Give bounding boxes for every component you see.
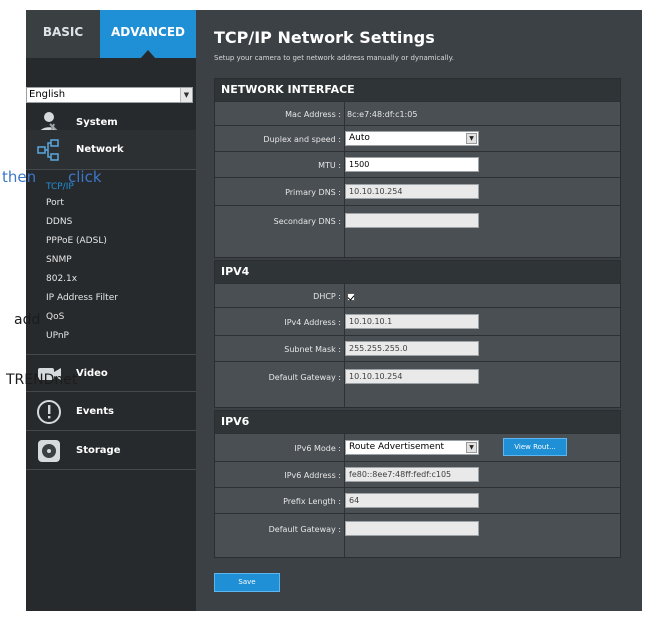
row-default-gateway-v4: Default Gateway : 10.10.10.254 — [215, 361, 620, 407]
menu-video-label: Video — [76, 368, 108, 379]
menu-events-label: Events — [76, 406, 114, 417]
annotation-click: click — [68, 168, 102, 186]
secondary-dns-input[interactable] — [345, 213, 479, 228]
duplex-speed-label: Duplex and speed : — [263, 135, 341, 144]
ipv6-address-input[interactable]: fe80::8ee7:48ff:fedf:c105 — [345, 467, 479, 482]
section-ipv4: IPV4 DHCP : IPv4 Address : 10.10.10.1 Su… — [214, 260, 621, 408]
row-subnet-mask: Subnet Mask : 255.255.255.0 — [215, 335, 620, 361]
secondary-dns-label: Secondary DNS : — [273, 217, 341, 226]
ipv6-address-label: IPv6 Address : — [284, 471, 341, 480]
submenu-ddns[interactable]: DDNS — [46, 217, 72, 227]
dhcp-checkbox[interactable] — [347, 293, 355, 301]
menu-events[interactable]: Events — [26, 393, 196, 431]
prefix-length-label: Prefix Length : — [283, 497, 341, 506]
submenu-pppoe[interactable]: PPPoE (ADSL) — [46, 236, 107, 246]
row-ipv6-address: IPv6 Address : fe80::8ee7:48ff:fedf:c105 — [215, 461, 620, 487]
row-primary-dns: Primary DNS : 10.10.10.254 — [215, 177, 620, 205]
language-select[interactable]: English ▼ — [26, 87, 193, 103]
subnet-mask-input[interactable]: 255.255.255.0 — [345, 341, 479, 356]
ipv6-mode-select[interactable]: Route Advertisement ▼ — [345, 440, 479, 455]
chevron-down-icon[interactable]: ▼ — [466, 442, 477, 453]
menu-system-label: System — [76, 117, 118, 128]
section-heading: NETWORK INTERFACE — [215, 79, 620, 101]
tab-advanced[interactable]: ADVANCED — [100, 10, 196, 59]
duplex-speed-value: Auto — [349, 133, 370, 143]
submenu-port[interactable]: Port — [46, 198, 64, 208]
row-dhcp: DHCP : — [215, 283, 620, 307]
mode-tabs: BASIC ADVANCED — [26, 10, 196, 59]
mtu-label: MTU : — [318, 161, 341, 170]
sidebar: BASIC ADVANCED English ▼ System Network … — [26, 10, 196, 611]
submenu-8021x[interactable]: 802.1x — [46, 274, 77, 284]
row-mtu: MTU : 1500 — [215, 151, 620, 177]
alert-icon — [37, 400, 61, 424]
primary-dns-input[interactable]: 10.10.10.254 — [345, 184, 479, 199]
row-prefix-length: Prefix Length : 64 — [215, 487, 620, 513]
row-mac-address: Mac Address : 8c:e7:48:df:c1:05 — [215, 101, 620, 125]
save-button[interactable]: Save — [214, 573, 280, 592]
tab-basic[interactable]: BASIC — [26, 10, 100, 58]
annotation-trendnet: TRENDnet — [6, 372, 78, 388]
prefix-length-input[interactable]: 64 — [345, 493, 479, 508]
subnet-mask-label: Subnet Mask : — [284, 345, 341, 354]
submenu-qos[interactable]: QoS — [46, 312, 64, 322]
row-duplex-speed: Duplex and speed : Auto ▼ — [215, 125, 620, 151]
default-gateway-input[interactable]: 10.10.10.254 — [345, 369, 479, 384]
chevron-down-icon[interactable]: ▼ — [180, 88, 192, 102]
page-subtitle: Setup your camera to get network address… — [214, 54, 454, 62]
row-secondary-dns: Secondary DNS : — [215, 205, 620, 257]
main-panel: TCP/IP Network Settings Setup your camer… — [196, 10, 642, 611]
ipv6-mode-label: IPv6 Mode : — [294, 444, 341, 453]
section-heading: IPV6 — [215, 411, 620, 433]
section-network-interface: NETWORK INTERFACE Mac Address : 8c:e7:48… — [214, 78, 621, 258]
annotation-then: then — [2, 168, 37, 186]
default-gateway-input[interactable] — [345, 521, 479, 536]
submenu-ip-address-filter[interactable]: IP Address Filter — [46, 293, 118, 303]
menu-network-label: Network — [76, 144, 124, 155]
duplex-speed-select[interactable]: Auto ▼ — [345, 131, 479, 146]
row-default-gateway-v6: Default Gateway : — [215, 513, 620, 557]
submenu-snmp[interactable]: SNMP — [46, 255, 72, 265]
dhcp-label: DHCP : — [313, 292, 341, 301]
chevron-down-icon[interactable]: ▼ — [466, 133, 477, 144]
mac-address-label: Mac Address : — [285, 110, 341, 119]
ipv4-address-input[interactable]: 10.10.10.1 — [345, 314, 479, 329]
submenu-upnp[interactable]: UPnP — [46, 331, 69, 341]
network-icon — [37, 139, 59, 161]
menu-storage[interactable]: Storage — [26, 432, 196, 470]
mtu-input[interactable]: 1500 — [345, 157, 479, 172]
ipv4-address-label: IPv4 Address : — [284, 318, 341, 327]
default-gateway-label: Default Gateway : — [268, 373, 341, 382]
page-title: TCP/IP Network Settings — [214, 28, 435, 47]
menu-network[interactable]: Network — [26, 130, 196, 170]
section-heading: IPV4 — [215, 261, 620, 283]
camera-web-ui: BASIC ADVANCED English ▼ System Network … — [0, 0, 659, 618]
menu-storage-label: Storage — [76, 445, 121, 456]
storage-disk-icon — [38, 440, 60, 462]
section-ipv6: IPV6 IPv6 Mode : Route Advertisement ▼ V… — [214, 410, 621, 558]
mac-address-value: 8c:e7:48:df:c1:05 — [347, 110, 418, 119]
default-gateway-label: Default Gateway : — [268, 525, 341, 534]
view-route-button[interactable]: View Rout... — [503, 438, 567, 456]
language-select-value: English — [29, 89, 66, 100]
row-ipv4-address: IPv4 Address : 10.10.10.1 — [215, 307, 620, 335]
annotation-add: add — [14, 312, 41, 328]
row-ipv6-mode: IPv6 Mode : Route Advertisement ▼ View R… — [215, 433, 620, 461]
primary-dns-label: Primary DNS : — [285, 188, 341, 197]
ipv6-mode-value: Route Advertisement — [349, 442, 445, 452]
